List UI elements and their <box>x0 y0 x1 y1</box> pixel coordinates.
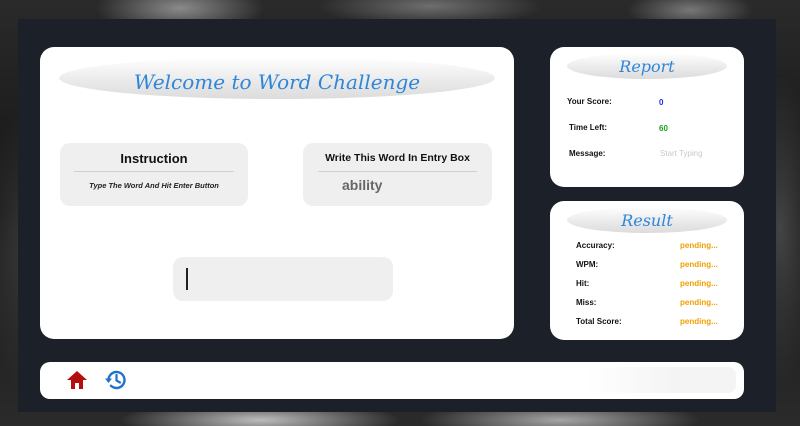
wpm-label: WPM: <box>576 260 599 269</box>
time-left-value: 60 <box>659 124 668 133</box>
message-value: Start Typing <box>660 149 703 158</box>
result-panel: Result Accuracy: pending... WPM: pending… <box>550 201 744 340</box>
score-value: 0 <box>659 98 664 107</box>
word-prompt-heading: Write This Word In Entry Box <box>325 152 470 164</box>
total-score-value: pending... <box>680 317 718 326</box>
accuracy-label: Accuracy: <box>576 241 615 250</box>
total-score-label: Total Score: <box>576 317 622 326</box>
instruction-box: Instruction Type The Word And Hit Enter … <box>60 143 248 206</box>
toolbar-fade <box>586 367 736 393</box>
main-panel: Welcome to Word Challenge Instruction Ty… <box>40 47 514 339</box>
history-icon[interactable] <box>104 369 127 391</box>
text-caret <box>186 268 188 290</box>
message-label: Message: <box>569 149 606 158</box>
report-title: Report <box>567 53 727 79</box>
report-panel: Report Your Score: 0 Time Left: 60 Messa… <box>550 47 744 187</box>
miss-label: Miss: <box>576 298 597 307</box>
word-entry-input[interactable] <box>173 257 393 301</box>
hit-value: pending... <box>680 279 718 288</box>
hit-label: Hit: <box>576 279 590 288</box>
score-label: Your Score: <box>567 97 612 106</box>
instruction-heading: Instruction <box>120 151 188 166</box>
target-word: ability <box>342 177 383 193</box>
divider <box>74 171 234 172</box>
result-title: Result <box>567 207 727 233</box>
wpm-value: pending... <box>680 260 718 269</box>
bottom-toolbar <box>40 362 744 399</box>
divider <box>318 171 477 172</box>
time-left-label: Time Left: <box>569 123 608 132</box>
accuracy-value: pending... <box>680 241 718 250</box>
home-icon[interactable] <box>66 370 88 390</box>
miss-value: pending... <box>680 298 718 307</box>
word-prompt-box: Write This Word In Entry Box ability <box>303 143 492 206</box>
page-title: Welcome to Word Challenge <box>59 57 495 99</box>
instruction-text: Type The Word And Hit Enter Button <box>89 181 219 190</box>
